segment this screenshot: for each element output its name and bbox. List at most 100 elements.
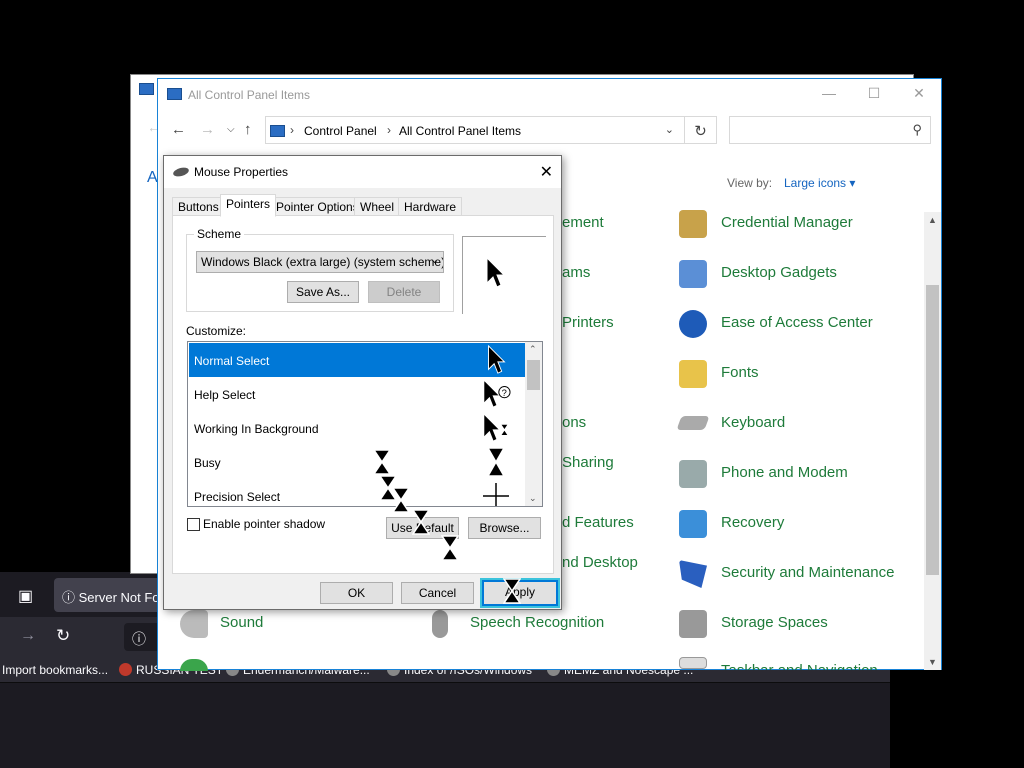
reload-icon[interactable]: ↻ (56, 626, 70, 646)
arrow-cursor-icon (488, 345, 506, 374)
enable-shadow-label: Enable pointer shadow (203, 517, 326, 531)
cp-item-keyboard[interactable]: Keyboard (721, 414, 785, 431)
cp-item-sound[interactable]: Sound (220, 614, 263, 631)
list-item-label: Busy (194, 456, 221, 470)
hourglass-cursor-icon (373, 449, 391, 475)
list-item-normal-select[interactable]: Normal Select (189, 343, 525, 377)
tab-list-icon[interactable]: ▣ (18, 586, 36, 605)
address-bar[interactable]: › Control Panel › All Control Panel Item… (265, 116, 685, 144)
sync-center-icon (180, 659, 208, 671)
scroll-up-icon[interactable]: ▲ (928, 215, 937, 225)
cp-item-phone-modem[interactable]: Phone and Modem (721, 464, 848, 481)
cp-item-security-maintenance[interactable]: Security and Maintenance (721, 564, 894, 581)
sound-icon (180, 610, 208, 638)
cp-item-credential-manager[interactable]: Credential Manager (721, 214, 853, 231)
minimize-icon[interactable]: — (819, 85, 839, 103)
taskbar-icon (679, 657, 707, 669)
tab-hardware[interactable]: Hardware (398, 197, 463, 216)
chevron-right-icon[interactable]: › (387, 123, 391, 137)
cp-item-partial[interactable]: Sharing (562, 454, 614, 471)
delete-button[interactable]: Delete (368, 281, 440, 303)
dialog-titlebar: Mouse Properties ✕ (164, 156, 561, 188)
tab-buttons[interactable]: Buttons (172, 197, 225, 216)
cp-item-partial[interactable]: nd Desktop (562, 554, 638, 571)
enable-shadow-checkbox[interactable] (187, 518, 200, 531)
list-item-precision-select[interactable]: Precision Select (189, 479, 525, 506)
cp-item-partial[interactable]: ement (562, 214, 604, 231)
cp-scrollbar[interactable]: ▲ ▼ (924, 212, 941, 670)
scheme-group: Scheme Windows Black (extra large) (syst… (186, 227, 454, 312)
search-icon: ⚲ (912, 122, 922, 137)
cp-item-partial[interactable]: Printers (562, 314, 614, 331)
working-cursor-icon (483, 413, 510, 442)
cp-item-desktop-gadgets[interactable]: Desktop Gadgets (721, 264, 837, 281)
browser-tab[interactable]: ⓘ Server Not Fo (54, 578, 164, 612)
help-cursor-icon: ? (483, 379, 511, 408)
recovery-icon (679, 510, 707, 538)
forward-icon[interactable]: → (200, 121, 215, 138)
maximize-icon[interactable]: ☐ (864, 85, 884, 103)
up-icon[interactable]: ↑ (244, 121, 252, 138)
cp-item-speech-recognition[interactable]: Speech Recognition (470, 614, 604, 631)
cp-item-recovery[interactable]: Recovery (721, 514, 784, 531)
scroll-down-icon[interactable]: ▼ (928, 657, 937, 667)
list-item-busy[interactable]: Busy (189, 445, 525, 479)
list-item-label: Help Select (194, 388, 256, 402)
chevron-down-icon: ⌄ (430, 255, 439, 266)
list-item-working-background[interactable]: Working In Background (189, 411, 525, 445)
scrollbar-thumb[interactable] (926, 285, 939, 575)
bookmark-import[interactable]: Import bookmarks... (2, 663, 108, 677)
cp-item-partial[interactable]: ons (562, 414, 586, 431)
scheme-value: Windows Black (extra large) (system sche… (201, 255, 444, 269)
pointers-panel: Scheme Windows Black (extra large) (syst… (172, 215, 554, 574)
hourglass-cursor-icon (412, 509, 430, 535)
view-by-dropdown[interactable]: Large icons ▾ (784, 176, 855, 190)
cursor-list[interactable]: Normal Select Help Select ? Working In B… (187, 341, 543, 507)
customize-label: Customize: (186, 324, 247, 338)
dialog-title: Mouse Properties (194, 165, 289, 179)
chevron-down-icon[interactable]: ⌄ (665, 123, 674, 136)
refresh-button[interactable]: ↻ (685, 116, 717, 144)
recent-locations-icon[interactable]: ⌵ (227, 124, 235, 135)
back-icon[interactable]: ← (171, 121, 186, 138)
breadcrumb-control-panel[interactable]: Control Panel (304, 124, 377, 138)
chevron-right-icon[interactable]: › (290, 123, 294, 137)
save-as-button[interactable]: Save As... (287, 281, 359, 303)
mouse-properties-dialog: Mouse Properties ✕ Buttons Pointers Poin… (163, 155, 562, 610)
tab-pointer-options[interactable]: Pointer Options (270, 197, 365, 216)
svg-text:?: ? (502, 388, 507, 398)
browser-tab-title: Server Not Fo (78, 590, 160, 605)
refresh-icon: ↻ (694, 123, 707, 140)
keyboard-icon (676, 416, 710, 430)
cp-item-ease-of-access[interactable]: Ease of Access Center (721, 314, 873, 331)
tab-pointers[interactable]: Pointers (220, 194, 277, 217)
hourglass-icon (486, 447, 506, 477)
scheme-select[interactable]: Windows Black (extra large) (system sche… (196, 251, 444, 273)
browse-button[interactable]: Browse... (468, 517, 541, 539)
close-icon[interactable]: ✕ (540, 162, 553, 182)
explorer-icon (139, 83, 154, 95)
close-icon[interactable]: ✕ (909, 85, 929, 103)
cancel-button[interactable]: Cancel (401, 582, 474, 604)
scrollbar-thumb[interactable] (527, 360, 540, 390)
cp-item-partial[interactable]: d Features (562, 514, 634, 531)
forward-icon[interactable]: → (20, 627, 36, 645)
cp-item-partial[interactable]: ams (562, 264, 590, 281)
cp-item-fonts[interactable]: Fonts (721, 364, 759, 381)
list-item-help-select[interactable]: Help Select ? (189, 377, 525, 411)
scroll-down-icon[interactable]: ⌄ (529, 493, 537, 504)
list-item-label: Working In Background (194, 422, 319, 436)
cp-item-storage-spaces[interactable]: Storage Spaces (721, 614, 828, 631)
breadcrumb-all-items[interactable]: All Control Panel Items (399, 124, 521, 138)
phone-modem-icon (679, 460, 707, 488)
scroll-up-icon[interactable]: ⌃ (529, 344, 537, 355)
list-item-label: Normal Select (194, 354, 270, 368)
cp-item-taskbar-navigation[interactable]: Taskbar and Navigation (721, 662, 878, 670)
mouse-icon (172, 166, 190, 178)
ok-button[interactable]: OK (320, 582, 393, 604)
tab-wheel[interactable]: Wheel (354, 197, 401, 216)
list-item-label: Precision Select (194, 490, 281, 504)
list-scrollbar[interactable]: ⌃ ⌄ (525, 342, 542, 506)
search-input[interactable]: ⚲ (729, 116, 931, 144)
control-panel-icon (167, 88, 182, 100)
